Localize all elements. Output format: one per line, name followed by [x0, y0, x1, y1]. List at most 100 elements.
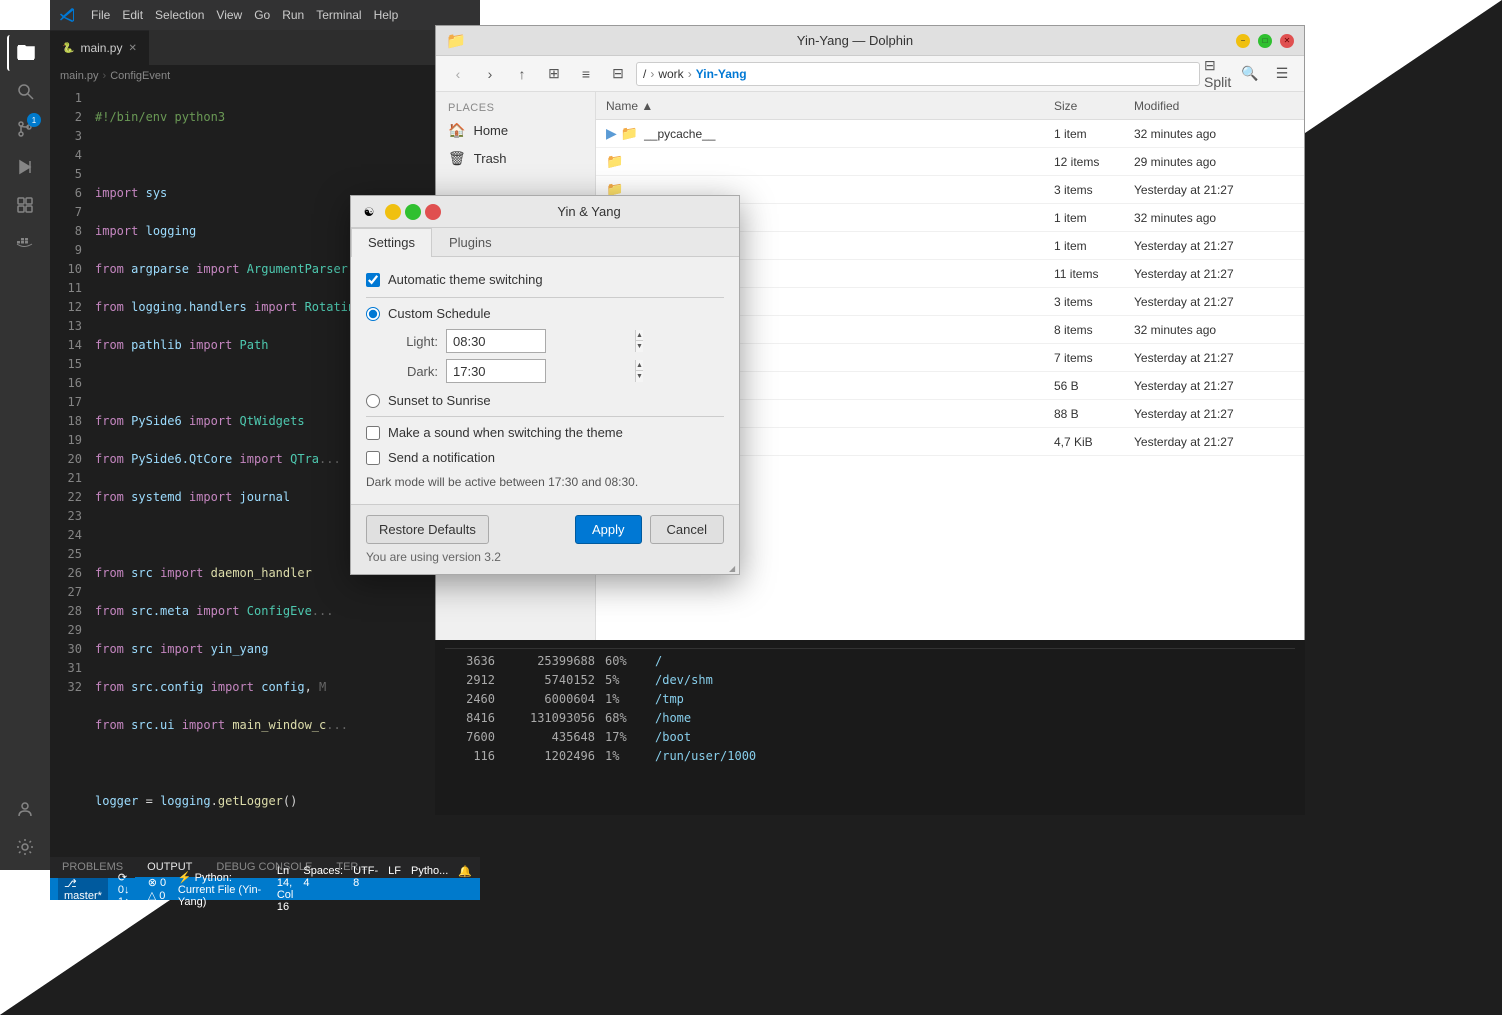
disk-used-1: 3636 [445, 652, 505, 671]
disk-used-2: 2912 [445, 671, 505, 690]
col-name[interactable]: Name ▲ [606, 99, 1054, 113]
auto-switch-label: Automatic theme switching [388, 272, 543, 287]
apply-btn[interactable]: Apply [575, 515, 642, 544]
dark-time-input[interactable] [447, 361, 635, 382]
disk-pct-6: 1% [605, 747, 655, 766]
filesize: 12 items [1054, 155, 1134, 169]
place-trash[interactable]: 🗑 Trash [436, 144, 595, 172]
sidebar-icon-settings[interactable] [7, 829, 43, 865]
dolphin-breadcrumb[interactable]: / › work › Yin-Yang [636, 62, 1200, 86]
dark-label: Dark: [388, 364, 438, 379]
error-status[interactable]: ⊗ 0 △ 0 [148, 876, 168, 902]
dark-time-up-btn[interactable]: ▲ [636, 360, 643, 371]
sidebar-icon-run[interactable] [7, 149, 43, 185]
git-status[interactable]: ⎇ master* [58, 878, 108, 900]
disk-mount-6: /run/user/1000 [655, 747, 855, 766]
up-btn[interactable]: ↑ [508, 60, 536, 88]
info-text: Dark mode will be active between 17:30 a… [366, 475, 724, 489]
file-row-pycache[interactable]: ▶ 📁 __pycache__ 1 item 32 minutes ago [596, 120, 1304, 148]
filesize: 8 items [1054, 323, 1134, 337]
dialog-close-btn[interactable]: ✕ [425, 204, 441, 220]
icon-view-btn[interactable]: ⊞ [540, 60, 568, 88]
filename: __pycache__ [644, 127, 715, 141]
bc-root: / [643, 67, 646, 81]
dialog-footer: Restore Defaults Apply Cancel You are us… [351, 504, 739, 574]
menu-run[interactable]: Run [282, 8, 304, 22]
tab-main-py[interactable]: 🐍 main.py ✕ [50, 30, 149, 65]
dialog-maximize-btn[interactable]: □ [405, 204, 421, 220]
sidebar-icon-git[interactable]: 1 [7, 111, 43, 147]
separator-1 [366, 297, 724, 298]
git-badge: 1 [27, 113, 41, 127]
footer-row: Restore Defaults Apply Cancel [366, 515, 724, 544]
sidebar-icon-search[interactable] [7, 73, 43, 109]
breadcrumb-symbol: ConfigEvent [110, 70, 170, 82]
dialog-minimize-btn[interactable]: − [385, 204, 401, 220]
filesize: 1 item [1054, 127, 1134, 141]
light-time-down-btn[interactable]: ▼ [636, 341, 643, 352]
file-row-2[interactable]: 📁 12 items 29 minutes ago [596, 148, 1304, 176]
split-btn[interactable]: ⊟ Split [1204, 60, 1232, 88]
sidebar-icon-extensions[interactable] [7, 187, 43, 223]
spaces-info: Spaces: 4 [303, 865, 343, 913]
filemodified: Yesterday at 21:27 [1134, 183, 1294, 197]
auto-switch-checkbox[interactable] [366, 273, 380, 287]
make-sound-checkbox[interactable] [366, 426, 380, 440]
dialog-settings-content: Automatic theme switching Custom Schedul… [351, 257, 739, 504]
menu-go[interactable]: Go [254, 8, 270, 22]
dolphin-minimize-btn[interactable]: − [1236, 34, 1250, 48]
restore-defaults-btn[interactable]: Restore Defaults [366, 515, 489, 544]
encoding-info: UTF-8 [353, 865, 378, 913]
tab-close-icon[interactable]: ✕ [128, 43, 136, 54]
light-time-input[interactable] [447, 331, 635, 352]
dolphin-titlebar: 📁 Yin-Yang — Dolphin − □ ✕ [436, 26, 1304, 56]
separator-2 [366, 416, 724, 417]
menu-edit[interactable]: Edit [122, 8, 143, 22]
schedule-grid: Light: ▲ ▼ Dark: ▲ ▼ [388, 329, 724, 383]
light-time-up-btn[interactable]: ▲ [636, 330, 643, 341]
sunset-sunrise-radio[interactable] [366, 394, 380, 408]
dolphin-title: Yin-Yang — Dolphin [474, 33, 1236, 48]
sync-status[interactable]: ⟳ 0↓ 1↑ [118, 871, 138, 908]
disk-pct-2: 5% [605, 671, 655, 690]
vscode-sidebar: 1 [0, 30, 50, 870]
search-btn[interactable]: 🔍 [1236, 60, 1264, 88]
send-notification-checkbox[interactable] [366, 451, 380, 465]
light-label: Light: [388, 334, 438, 349]
menu-view[interactable]: View [216, 8, 242, 22]
tab-settings[interactable]: Settings [351, 228, 432, 257]
language-info[interactable]: Pytho... [411, 865, 448, 913]
sunset-sunrise-label: Sunset to Sunrise [388, 393, 491, 408]
statusbar-right: Ln 14, Col 16 Spaces: 4 UTF-8 LF Pytho..… [277, 865, 472, 913]
disk-table: 3636 25399688 60% / 2912 5740152 5% /dev… [445, 652, 1295, 766]
columns-view-btn[interactable]: ⊟ [604, 60, 632, 88]
place-home[interactable]: 🏠 Home [436, 116, 595, 144]
yin-yang-dialog[interactable]: ☯ − □ ✕ Yin & Yang Settings Plugins Auto… [350, 195, 740, 575]
cancel-btn[interactable]: Cancel [650, 515, 724, 544]
dolphin-close-btn[interactable]: ✕ [1280, 34, 1294, 48]
dark-time-down-btn[interactable]: ▼ [636, 371, 643, 382]
sidebar-icon-explorer[interactable] [7, 35, 43, 71]
disk-mount-3: /tmp [655, 690, 855, 709]
place-trash-label: Trash [474, 151, 507, 166]
vscode-statusbar: ⎇ master* ⟳ 0↓ 1↑ ⊗ 0 △ 0 ⚡ Python: Curr… [50, 878, 480, 900]
menu-terminal[interactable]: Terminal [316, 8, 361, 22]
detail-view-btn[interactable]: ≡ [572, 60, 600, 88]
col-size[interactable]: Size [1054, 99, 1134, 113]
custom-schedule-radio[interactable] [366, 307, 380, 321]
sidebar-bottom [7, 791, 43, 870]
dialog-resize-handle[interactable]: ◢ [729, 564, 739, 574]
notification-icon[interactable]: 🔔 [458, 865, 472, 913]
sidebar-icon-docker[interactable] [7, 225, 43, 261]
forward-btn[interactable]: › [476, 60, 504, 88]
menu-selection[interactable]: Selection [155, 8, 204, 22]
tab-plugins[interactable]: Plugins [432, 228, 509, 256]
menu-btn[interactable]: ☰ [1268, 60, 1296, 88]
menu-file[interactable]: File [91, 8, 110, 22]
menu-help[interactable]: Help [374, 8, 399, 22]
sidebar-icon-account[interactable] [7, 791, 43, 827]
col-modified[interactable]: Modified [1134, 99, 1294, 113]
dolphin-maximize-btn[interactable]: □ [1258, 34, 1272, 48]
python-status[interactable]: ⚡ Python: Current File (Yin-Yang) [178, 871, 265, 908]
back-btn[interactable]: ‹ [444, 60, 472, 88]
